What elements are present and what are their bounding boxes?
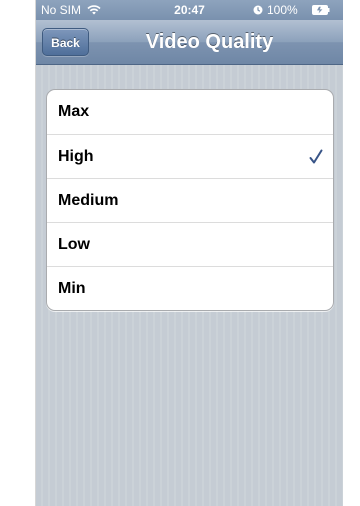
battery-percent: 100% xyxy=(267,3,298,17)
content-area: Max High Medium Low Min xyxy=(36,65,343,506)
option-row-max[interactable]: Max xyxy=(47,90,333,134)
navigation-bar: Back Video Quality xyxy=(36,20,343,65)
status-bar: No SIM 20:47 100% xyxy=(36,0,343,20)
option-row-high[interactable]: High xyxy=(47,134,333,178)
checkmark-icon xyxy=(309,149,323,164)
quality-options-list: Max High Medium Low Min xyxy=(46,89,334,311)
page-title: Video Quality xyxy=(145,31,274,53)
option-row-low[interactable]: Low xyxy=(47,222,333,266)
battery-icon xyxy=(312,5,330,15)
back-button[interactable]: Back xyxy=(42,28,89,56)
option-label: Medium xyxy=(58,192,119,209)
option-row-medium[interactable]: Medium xyxy=(47,178,333,222)
option-label: Max xyxy=(58,103,90,120)
phone-screen: No SIM 20:47 100% Back Video Quality Max… xyxy=(35,0,343,506)
option-label: Min xyxy=(58,280,86,297)
option-label: Low xyxy=(58,236,90,253)
option-label: High xyxy=(58,148,94,165)
option-row-min[interactable]: Min xyxy=(47,266,333,310)
alarm-icon xyxy=(253,5,263,15)
